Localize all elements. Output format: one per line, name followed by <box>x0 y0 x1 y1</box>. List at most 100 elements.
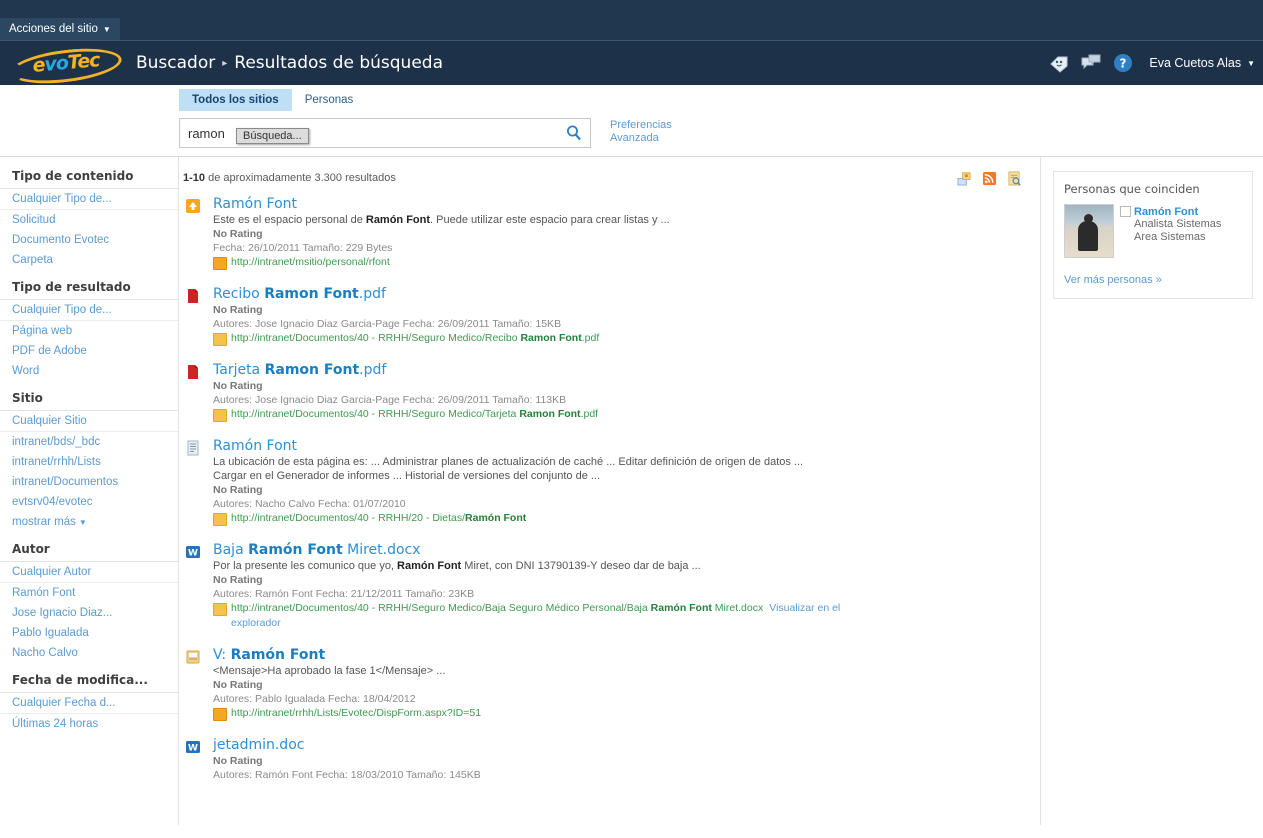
refiner-option[interactable]: Pablo Igualada <box>0 623 178 643</box>
word-icon: W <box>185 739 201 755</box>
result-title-prefix: Recibo <box>213 286 265 302</box>
result-rating: No Rating <box>213 679 263 691</box>
snippet-prefix: Por la presente les comunico que yo, <box>213 560 398 572</box>
refiner-show-more-label: mostrar más <box>12 516 76 528</box>
refiner-option[interactable]: Solicitud <box>0 210 178 230</box>
result-url[interactable]: http://intranet/rrhh/Lists/Evotec/DispFo… <box>213 706 871 721</box>
breadcrumb-separator-icon: ▸ <box>222 57 228 69</box>
results-header: 1-10 de aproximadamente 3.300 resultados <box>179 167 1040 189</box>
search-input[interactable] <box>180 121 526 145</box>
result-title-link[interactable]: jetadmin.doc <box>213 736 1040 754</box>
refiner-show-more[interactable]: mostrar más ▼ <box>0 512 178 532</box>
advanced-search-link[interactable]: Avanzada <box>610 132 672 145</box>
refiner-any-option[interactable]: Cualquier Autor <box>0 562 178 583</box>
user-menu[interactable]: Eva Cuetos Alas ▼ <box>1149 56 1255 70</box>
scope-tabs: Todos los sitios Personas <box>179 89 366 111</box>
refiner-any-option[interactable]: Cualquier Sitio <box>0 411 178 432</box>
refiner-option[interactable]: intranet/rrhh/Lists <box>0 452 178 472</box>
result-title-link[interactable]: Tarjeta Ramon Font.pdf <box>213 361 1040 379</box>
person-name-link[interactable]: Ramón Font <box>1134 206 1221 218</box>
result-title-match: Ramón Font <box>248 542 343 558</box>
refiner-option[interactable]: Últimas 24 horas <box>0 714 178 734</box>
result-url[interactable]: http://intranet/msitio/personal/rfont <box>213 255 871 270</box>
search-preferences: Preferencias Avanzada <box>610 118 672 145</box>
snippet-match: Ramón Font <box>397 560 462 572</box>
result-url[interactable]: http://intranet/Documentos/40 - RRHH/Seg… <box>213 331 871 346</box>
tag-icon[interactable] <box>1049 53 1069 73</box>
person-area: Area Sistemas <box>1134 231 1206 243</box>
help-icon[interactable]: ? <box>1113 53 1133 73</box>
result-title-link[interactable]: Ramón Font <box>213 195 1040 213</box>
breadcrumb: Buscador ▸ Resultados de búsqueda <box>136 53 443 73</box>
preferences-link[interactable]: Preferencias <box>610 119 672 132</box>
refiner-option[interactable]: Carpeta <box>0 250 178 270</box>
refiner-title: Tipo de resultado <box>0 274 178 300</box>
refiner-option[interactable]: Nacho Calvo <box>0 643 178 663</box>
breadcrumb-root[interactable]: Buscador <box>136 53 215 73</box>
result-title-prefix: Baja <box>213 542 249 558</box>
result-url-suffix: .pdf <box>581 332 600 344</box>
svg-text:W: W <box>188 744 198 754</box>
search-row: Búsqueda... Preferencias Avanzada <box>179 118 672 148</box>
result-metadata: Fecha: 26/10/2011 Tamaño: 229 Bytes <box>213 242 393 254</box>
result-url-prefix: http://intranet/Documentos/40 - RRHH/Seg… <box>231 602 651 614</box>
result-body: Ramón Font Este es el espacio personal de… <box>185 195 1040 270</box>
tab-personas[interactable]: Personas <box>292 89 367 111</box>
refiner-option[interactable]: Documento Evotec <box>0 230 178 250</box>
result-rating: No Rating <box>213 484 263 496</box>
refiner-title: Sitio <box>0 385 178 411</box>
refiner-any-option[interactable]: Cualquier Tipo de... <box>0 300 178 321</box>
rss-feed-icon[interactable] <box>982 171 997 186</box>
header-actions: ? Eva Cuetos Alas ▼ <box>1049 41 1255 85</box>
refiner-any-option[interactable]: Cualquier Tipo de... <box>0 189 178 210</box>
search-results-icon[interactable] <box>1007 170 1022 186</box>
search-icon[interactable] <box>564 123 584 143</box>
refiner-option[interactable]: Página web <box>0 321 178 341</box>
alert-me-icon[interactable] <box>957 171 972 186</box>
result-url[interactable]: http://intranet/Documentos/40 - RRHH/Seg… <box>213 601 871 631</box>
site-actions-menu[interactable]: Acciones del sitio ▼ <box>0 18 120 40</box>
refiner-option[interactable]: Word <box>0 361 178 381</box>
person-checkbox[interactable] <box>1120 206 1131 217</box>
result-url-chip-icon <box>213 333 227 346</box>
result-title-suffix: .pdf <box>358 286 386 302</box>
refiner-option[interactable]: evtsrv04/evotec <box>0 492 178 512</box>
result-snippet: La ubicación de esta página es: ... Admi… <box>213 455 813 483</box>
result-title-link[interactable]: Baja Ramón Font Miret.docx <box>213 541 1040 559</box>
search-strip: Todos los sitios Personas Búsqueda... Pr… <box>0 85 1263 157</box>
evotec-logo[interactable]: evoTec <box>8 43 124 89</box>
refiner-group: Fecha de modifica... Cualquier Fecha d...… <box>0 667 178 734</box>
refiner-option[interactable]: Ramón Font <box>0 583 178 603</box>
results-list: Ramón Font Este es el espacio personal de… <box>179 189 1040 782</box>
search-box[interactable]: Búsqueda... <box>179 118 591 148</box>
avatar <box>1064 204 1114 258</box>
result-metadata: Autores: Ramón Font Fecha: 18/03/2010 Ta… <box>213 769 481 781</box>
search-result-item: Tarjeta Ramon Font.pdf No Rating Autores: … <box>179 355 1040 422</box>
result-url[interactable]: http://intranet/Documentos/40 - RRHH/Seg… <box>213 407 871 422</box>
refiner-option[interactable]: intranet/bds/_bdc <box>0 432 178 452</box>
tab-todos-los-sitios[interactable]: Todos los sitios <box>179 89 292 111</box>
result-url-prefix: http://intranet/Documentos/40 - RRHH/Seg… <box>231 408 520 420</box>
search-tooltip: Búsqueda... <box>236 128 309 144</box>
refiner-title: Autor <box>0 536 178 562</box>
refiner-any-option[interactable]: Cualquier Fecha d... <box>0 693 178 714</box>
result-body: jetadmin.doc No Rating Autores: Ramón Font… <box>185 736 1040 782</box>
more-people-link[interactable]: Ver más personas » <box>1064 274 1242 286</box>
result-metadata: Autores: Nacho Calvo Fecha: 01/07/2010 <box>213 498 406 510</box>
note-board-icon[interactable] <box>1081 53 1101 73</box>
result-title-link[interactable]: Ramón Font <box>213 437 1040 455</box>
result-metadata: Autores: Pablo Igualada Fecha: 18/04/201… <box>213 693 416 705</box>
result-metadata: Autores: Jose Ignacio Diaz Garcia-Page F… <box>213 394 567 406</box>
result-title-suffix: Miret.docx <box>342 542 421 558</box>
refiner-option[interactable]: PDF de Adobe <box>0 341 178 361</box>
refinement-panel: Tipo de contenido Cualquier Tipo de... Sol… <box>0 157 179 825</box>
refiner-option[interactable]: Jose Ignacio Diaz... <box>0 603 178 623</box>
results-count: 1-10 de aproximadamente 3.300 resultados <box>183 172 396 184</box>
result-url[interactable]: http://intranet/Documentos/40 - RRHH/20 … <box>213 511 871 526</box>
result-title-link[interactable]: V: Ramón Font <box>213 646 1040 664</box>
people-matching-card: Personas que coinciden Ramón Font Analis… <box>1053 171 1253 299</box>
refiner-option[interactable]: intranet/Documentos <box>0 472 178 492</box>
result-url-suffix: .pdf <box>580 408 599 420</box>
result-title-link[interactable]: Recibo Ramon Font.pdf <box>213 285 1040 303</box>
chevron-down-icon: ▼ <box>78 518 87 527</box>
